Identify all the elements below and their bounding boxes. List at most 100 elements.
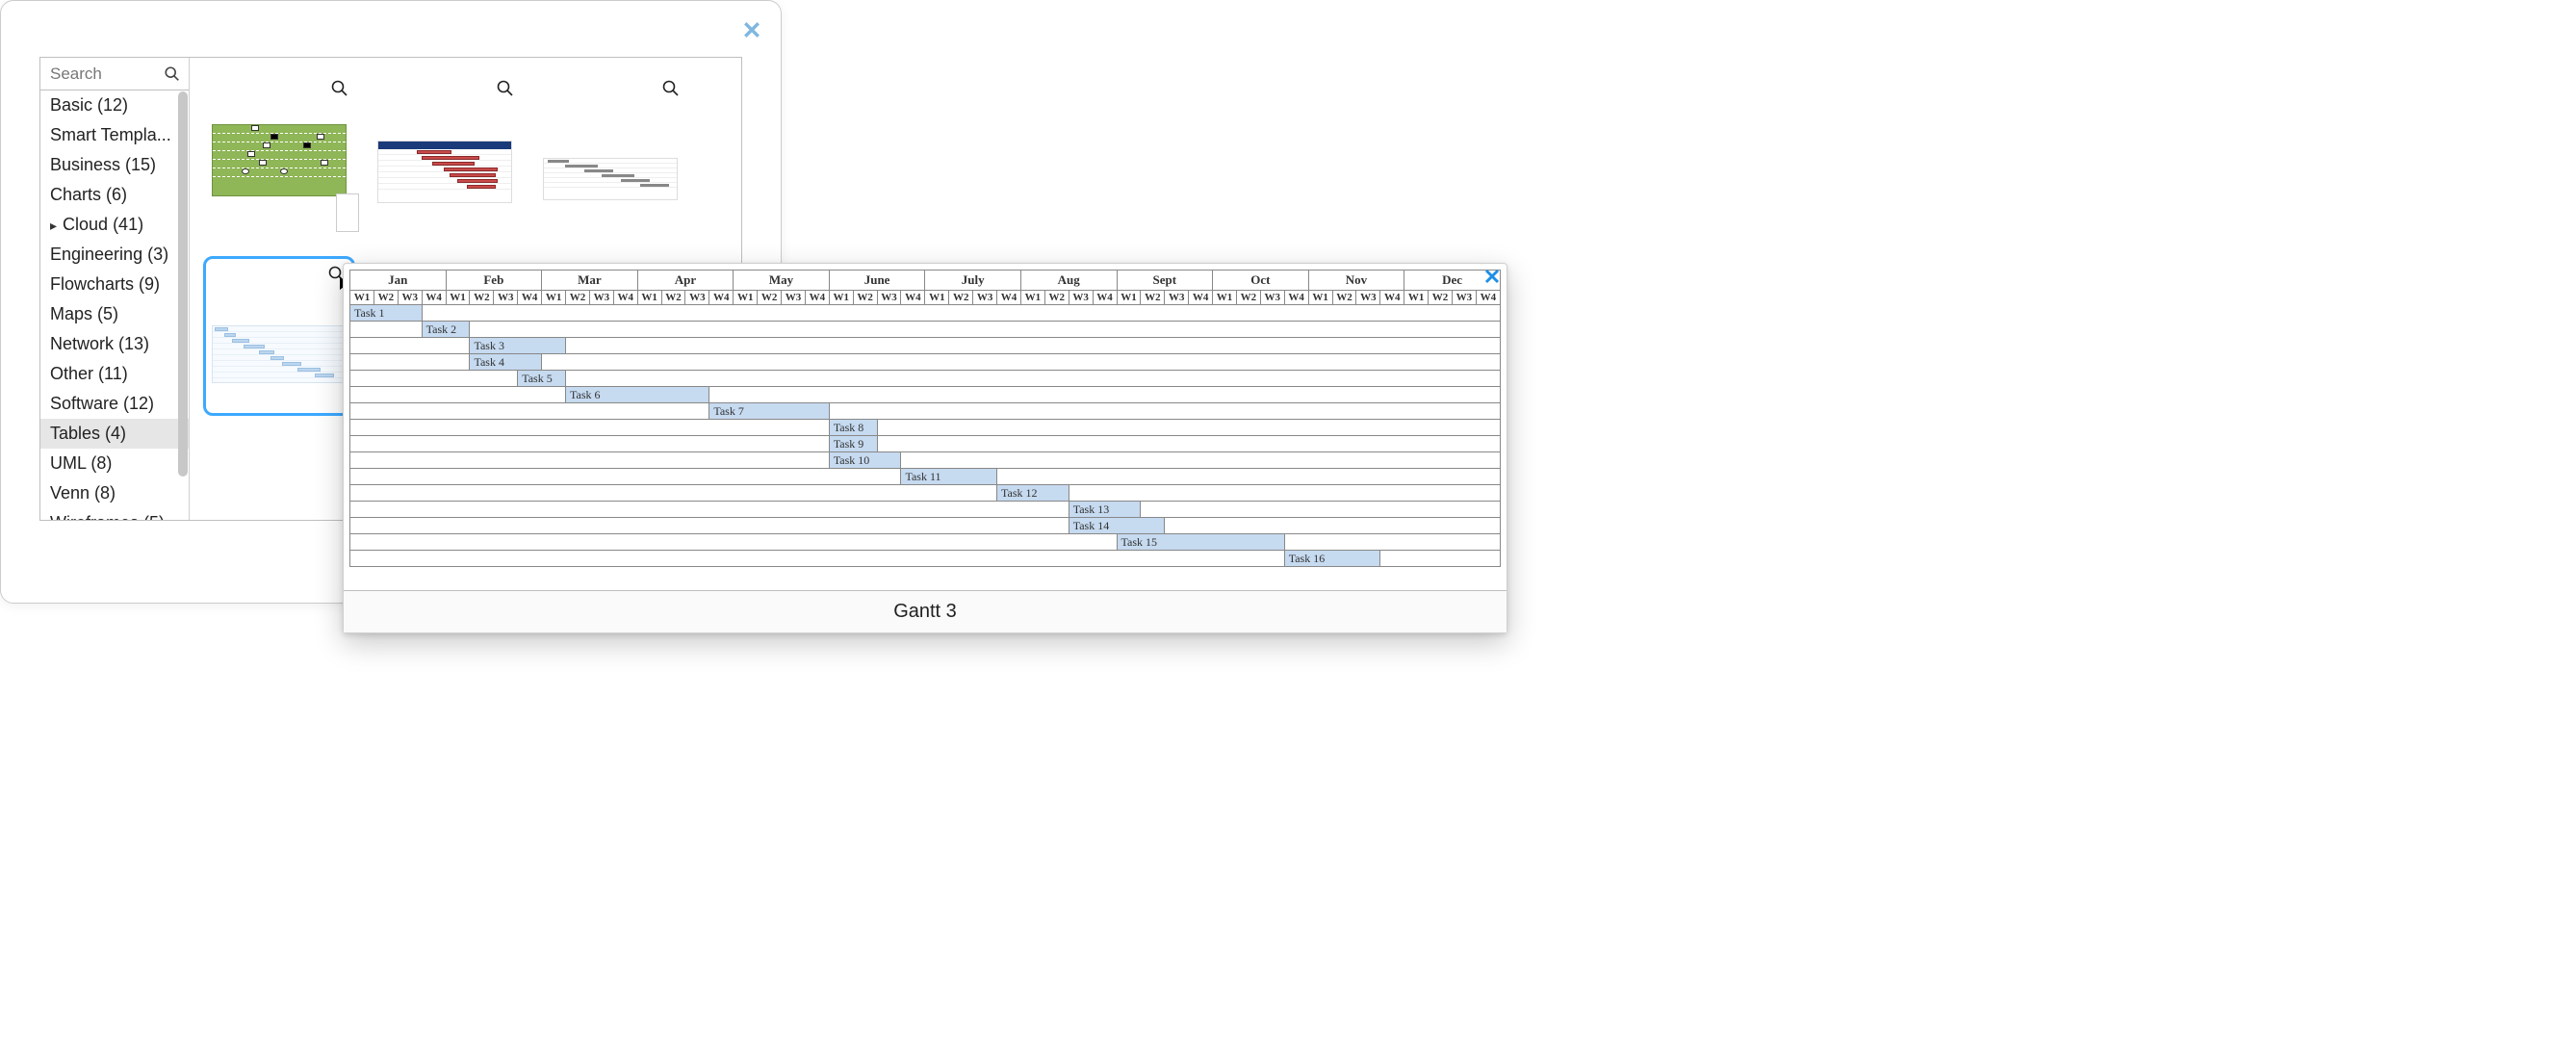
gantt-bar[interactable]: Task 11: [901, 469, 997, 485]
gantt-week-header: W4: [997, 291, 1021, 305]
magnifier-icon[interactable]: [330, 79, 349, 98]
gantt-row: Task 15: [350, 534, 1501, 551]
gantt-week-header: W4: [518, 291, 542, 305]
category-item[interactable]: Smart Templa...: [40, 120, 189, 150]
gantt-row: Task 14: [350, 518, 1501, 534]
gantt-row: Task 10: [350, 452, 1501, 469]
gantt-week-header: W2: [853, 291, 877, 305]
gantt-week-header: W1: [925, 291, 949, 305]
gantt-bar[interactable]: Task 3: [470, 338, 566, 354]
sidebar: Basic (12)Smart Templa...Business (15)Ch…: [40, 58, 190, 520]
gantt-bar[interactable]: Task 10: [829, 452, 901, 469]
gantt-week-header: W4: [613, 291, 637, 305]
gantt-bar[interactable]: Task 13: [1069, 502, 1141, 518]
gantt-month-header: Apr: [637, 271, 734, 291]
category-item[interactable]: Venn (8): [40, 478, 189, 508]
template-card-3[interactable]: [534, 75, 686, 235]
gantt-week-header: W2: [374, 291, 398, 305]
gantt-row: Task 16: [350, 551, 1501, 567]
category-item[interactable]: Other (11): [40, 359, 189, 389]
gantt-week-header: W2: [1236, 291, 1260, 305]
gantt-bar[interactable]: Task 8: [829, 420, 877, 436]
template-card-4[interactable]: [203, 256, 355, 416]
gantt-month-header: May: [734, 271, 830, 291]
gantt-preview-panel: JanFebMarAprMayJuneJulyAugSeptOctNovDecW…: [343, 263, 1507, 633]
gantt-row: Task 3: [350, 338, 1501, 354]
gantt-month-header: Aug: [1020, 271, 1117, 291]
gantt-month-header: Sept: [1117, 271, 1213, 291]
category-item[interactable]: Charts (6): [40, 180, 189, 210]
category-item[interactable]: Cloud (41): [40, 210, 189, 240]
gantt-row: Task 8: [350, 420, 1501, 436]
gantt-month-header: Oct: [1213, 271, 1309, 291]
gantt-week-header: W4: [805, 291, 829, 305]
gantt-bar[interactable]: Task 12: [997, 485, 1069, 502]
category-list[interactable]: Basic (12)Smart Templa...Business (15)Ch…: [40, 90, 189, 520]
gantt-week-header: W4: [901, 291, 925, 305]
category-item[interactable]: Network (13): [40, 329, 189, 359]
gantt-week-header: W1: [1117, 291, 1141, 305]
gantt-row: Task 12: [350, 485, 1501, 502]
category-item[interactable]: Wireframes (5): [40, 508, 189, 520]
gantt-week-header: W2: [1044, 291, 1069, 305]
gantt-week-header: W2: [470, 291, 494, 305]
gantt-week-header: W4: [1093, 291, 1117, 305]
gantt-week-header: W2: [566, 291, 590, 305]
gantt-bar[interactable]: Task 6: [566, 387, 709, 403]
gantt-bar[interactable]: Task 7: [709, 403, 829, 420]
gantt-week-header: W1: [350, 291, 374, 305]
gantt-row: Task 5: [350, 371, 1501, 387]
gantt-week-header: W1: [1404, 291, 1429, 305]
gantt-row: Task 4: [350, 354, 1501, 371]
gantt-bar[interactable]: Task 5: [518, 371, 566, 387]
category-item[interactable]: Basic (12): [40, 90, 189, 120]
gantt-week-header: W3: [1069, 291, 1093, 305]
scrollbar-thumb[interactable]: [178, 91, 188, 477]
category-item[interactable]: UML (8): [40, 449, 189, 478]
category-item[interactable]: Software (12): [40, 389, 189, 419]
close-button[interactable]: [1483, 268, 1501, 285]
gantt-week-header: W3: [494, 291, 518, 305]
template-card-2[interactable]: [369, 75, 521, 235]
gantt-bar[interactable]: Task 4: [470, 354, 542, 371]
gantt-week-header: W2: [1332, 291, 1356, 305]
gantt-bar[interactable]: Task 1: [350, 305, 423, 322]
category-item[interactable]: Flowcharts (9): [40, 270, 189, 299]
gantt-bar[interactable]: Task 9: [829, 436, 877, 452]
gantt-week-header: W3: [1452, 291, 1476, 305]
gantt-week-header: W4: [709, 291, 734, 305]
search-icon[interactable]: [164, 65, 181, 83]
gantt-week-header: W3: [398, 291, 422, 305]
gantt-week-header: W3: [1356, 291, 1380, 305]
template-card-1[interactable]: [203, 75, 355, 235]
category-item[interactable]: Tables (4): [40, 419, 189, 449]
template-thumbnail: [543, 158, 678, 200]
magnifier-icon[interactable]: [661, 79, 681, 98]
category-item[interactable]: Maps (5): [40, 299, 189, 329]
gantt-week-header: W4: [1189, 291, 1213, 305]
category-item[interactable]: Business (15): [40, 150, 189, 180]
category-item[interactable]: Engineering (3): [40, 240, 189, 270]
close-button[interactable]: [740, 18, 763, 41]
gantt-bar[interactable]: Task 2: [422, 322, 470, 338]
gantt-bar[interactable]: Task 15: [1117, 534, 1284, 551]
gantt-week-header: W2: [661, 291, 685, 305]
gantt-week-header: W3: [1165, 291, 1189, 305]
gantt-row: Task 11: [350, 469, 1501, 485]
gantt-week-header: W2: [1141, 291, 1165, 305]
gantt-bar[interactable]: Task 14: [1069, 518, 1165, 534]
gantt-title-label: Gantt 3: [893, 601, 957, 623]
template-thumbnail: [377, 141, 512, 203]
gantt-week-header: W1: [446, 291, 470, 305]
gantt-bar[interactable]: Task 16: [1284, 551, 1380, 567]
gantt-row: Task 13: [350, 502, 1501, 518]
gantt-week-header: W4: [1284, 291, 1308, 305]
gantt-week-header: W1: [1020, 291, 1044, 305]
gantt-week-header: W4: [422, 291, 446, 305]
magnifier-icon[interactable]: [496, 79, 515, 98]
gantt-week-header: W2: [949, 291, 973, 305]
gantt-week-header: W4: [1476, 291, 1500, 305]
gantt-week-header: W3: [589, 291, 613, 305]
gantt-chart: JanFebMarAprMayJuneJulyAugSeptOctNovDecW…: [344, 264, 1507, 590]
gantt-month-header: Mar: [542, 271, 638, 291]
